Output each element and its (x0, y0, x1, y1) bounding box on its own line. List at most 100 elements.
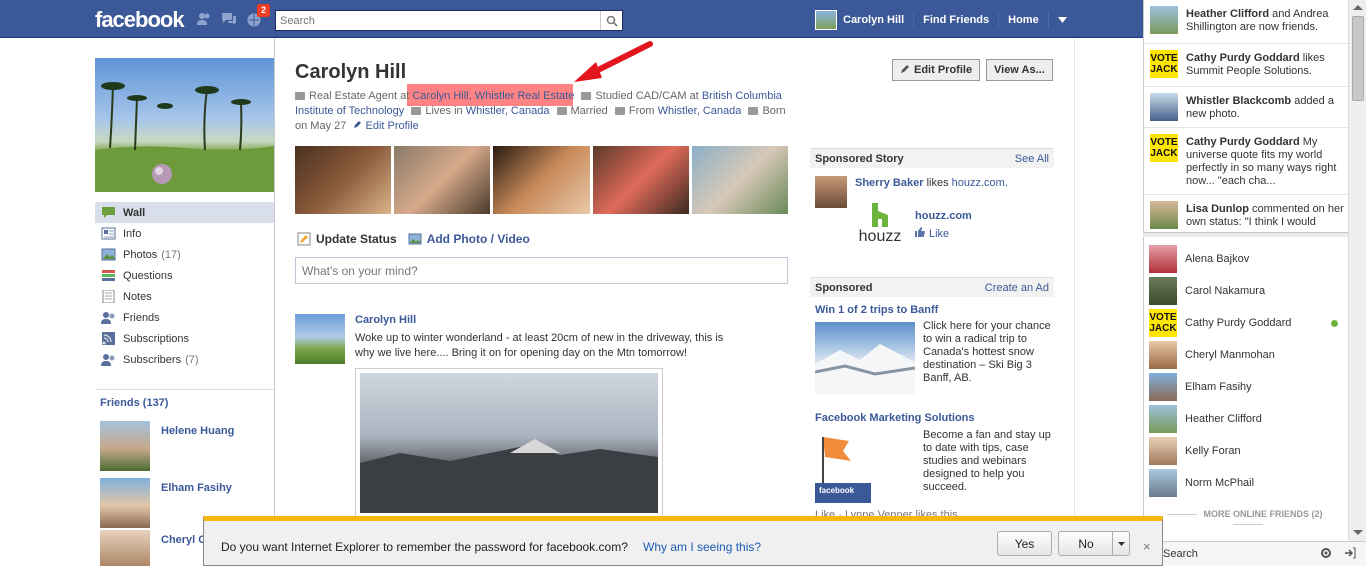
recent-photo[interactable] (592, 146, 689, 214)
edit-profile-link[interactable]: Edit Profile (366, 120, 419, 132)
sidebar-item-friends[interactable]: Friends (95, 307, 274, 328)
chat-friend[interactable]: VOTE JACK Cathy Purdy Goddard (1143, 307, 1348, 339)
sponsored-story-header: Sponsored Story See All (810, 148, 1054, 168)
update-status-tab[interactable]: Update Status (316, 232, 397, 246)
sidebar-item-questions[interactable]: Questions (95, 265, 274, 286)
ticker-chat-divider[interactable] (1143, 232, 1348, 237)
close-icon[interactable]: × (1143, 539, 1151, 554)
ad-image[interactable] (814, 322, 916, 394)
heart-icon (556, 107, 567, 115)
yes-button[interactable]: Yes (997, 531, 1052, 556)
ticker-item[interactable]: VOTE JACK Cathy Purdy Goddard My universe… (1144, 128, 1349, 195)
chat-avatar (1149, 373, 1177, 401)
ticker-item[interactable]: VOTE JACK Cathy Purdy Goddard likes Summi… (1144, 44, 1349, 87)
friend-name[interactable]: Elham Fasihy (161, 482, 232, 494)
chat-popout-icon[interactable] (1344, 547, 1356, 562)
chat-friend[interactable]: Carol Nakamura (1143, 275, 1348, 307)
friend-requests-icon[interactable] (196, 12, 212, 26)
status-input[interactable]: What's on your mind? (295, 257, 788, 284)
story-photo[interactable] (355, 368, 663, 518)
user-avatar[interactable] (815, 10, 837, 30)
find-friends-link[interactable]: Find Friends (923, 14, 989, 26)
recent-photo[interactable] (394, 146, 491, 214)
search-input[interactable] (276, 11, 596, 30)
more-online-friends-link[interactable]: MORE ONLINE FRIENDS (2) (1150, 509, 1340, 529)
sidebar-item-notes[interactable]: Notes (95, 286, 274, 307)
user-name-link[interactable]: Carolyn Hill (843, 14, 904, 26)
employer-link[interactable]: Carolyn Hill, Whistler Real Estate (412, 90, 574, 102)
why-am-i-seeing-this-link[interactable]: Why am I seeing this? (643, 540, 761, 554)
friend-name[interactable]: Helene Huang (161, 425, 234, 437)
recent-photo[interactable] (295, 146, 392, 214)
facebook-logo[interactable]: facebook (95, 7, 185, 33)
sponsor-person-avatar[interactable] (815, 176, 847, 208)
edit-profile-button[interactable]: Edit Profile (892, 59, 981, 81)
create-ad-link[interactable]: Create an Ad (985, 282, 1049, 294)
sponsored-header: Sponsored Create an Ad (810, 277, 1054, 297)
search-bar[interactable] (275, 10, 623, 31)
sidebar-item-photos[interactable]: Photos (17) (95, 244, 274, 265)
profile-left-nav: Wall Info Photos (17) Questions Notes Fr… (95, 202, 274, 370)
friend-photo[interactable] (100, 478, 150, 528)
no-options-chevron-icon[interactable] (1112, 532, 1129, 555)
messages-icon[interactable] (221, 12, 237, 26)
add-photo-video-tab[interactable]: Add Photo / Video (427, 232, 530, 246)
view-as-button[interactable]: View As... (986, 59, 1053, 81)
profile-picture[interactable] (95, 58, 274, 192)
story-author-avatar[interactable] (295, 314, 345, 364)
chat-friend[interactable]: Cheryl Manmohan (1143, 339, 1348, 371)
houzz-page-title[interactable]: houzz.com (915, 210, 972, 222)
sponsor-person-link[interactable]: Sherry Baker (855, 177, 924, 189)
chat-search-input[interactable]: Search (1163, 548, 1198, 560)
ad-body[interactable]: Become a fan and stay up to date with ti… (923, 429, 1053, 494)
see-all-link[interactable]: See All (1015, 153, 1049, 165)
chat-friend[interactable]: Kelly Foran (1143, 435, 1348, 467)
hometown-link[interactable]: Whistler, Canada (658, 105, 742, 117)
ad-body[interactable]: Click here for your chance to win a radi… (923, 320, 1053, 385)
friend-name[interactable]: Cheryl C (161, 534, 206, 546)
sidebar-item-subscribers[interactable]: Subscribers (7) (95, 349, 274, 370)
notification-count-badge[interactable]: 2 (257, 4, 271, 17)
friend-item[interactable]: Helene Huang (100, 421, 270, 471)
sidebar-item-info[interactable]: Info (95, 223, 274, 244)
sidebar-item-wall[interactable]: Wall (95, 202, 274, 223)
chat-friend[interactable]: Elham Fasihy (1143, 371, 1348, 403)
ticker-item[interactable]: Lisa Dunlop commented on her own status:… (1144, 195, 1349, 232)
no-button[interactable]: No (1058, 531, 1130, 556)
profile-info-line: Real Estate Agent at Carolyn Hill, Whist… (295, 89, 790, 134)
scrollbar-thumb[interactable] (1352, 16, 1364, 101)
thumbs-up-icon (915, 227, 925, 240)
ad-image-caption: facebook (819, 486, 855, 495)
story-author[interactable]: Carolyn Hill (355, 314, 416, 326)
scroll-down-icon[interactable] (1353, 530, 1363, 535)
sidebar-item-subscriptions[interactable]: Subscriptions (95, 328, 274, 349)
chat-options-gear-icon[interactable] (1320, 547, 1332, 562)
chat-friend[interactable]: Norm McPhail (1143, 467, 1348, 499)
chat-search-bar[interactable]: Search (1143, 541, 1366, 566)
left-column-border (274, 38, 275, 566)
ticker-item[interactable]: Whistler Blackcomb added a new photo. (1144, 87, 1349, 128)
nav-divider (1047, 11, 1049, 29)
home-link[interactable]: Home (1008, 14, 1039, 26)
chat-friend[interactable]: Heather Clifford (1143, 403, 1348, 435)
account-menu-chevron-icon[interactable] (1057, 14, 1067, 26)
ad-title[interactable]: Win 1 of 2 trips to Banff (815, 304, 938, 316)
sidebar-item-label: Photos (123, 248, 158, 261)
scroll-up-icon[interactable] (1353, 5, 1363, 10)
search-icon[interactable] (600, 11, 622, 30)
sponsor-page-link[interactable]: houzz.com. (952, 177, 1008, 189)
recent-photo[interactable] (691, 146, 789, 214)
ad-image[interactable]: facebook (815, 433, 871, 503)
friends-heading[interactable]: Friends (137) (100, 397, 168, 409)
houzz-like-button[interactable]: Like (915, 227, 949, 240)
scrollbar[interactable] (1348, 0, 1366, 541)
ticker-actor: Heather Clifford (1186, 8, 1270, 20)
recent-photo[interactable] (493, 146, 590, 214)
ad-title[interactable]: Facebook Marketing Solutions (815, 412, 975, 424)
ticker-item[interactable]: Heather Clifford and Andrea Shillington … (1144, 0, 1349, 44)
friend-photo[interactable] (100, 530, 150, 566)
houzz-logo[interactable]: houzz (855, 200, 905, 250)
chat-friend[interactable]: Alena Bajkov (1143, 243, 1348, 275)
lives-link[interactable]: Whistler, Canada (466, 105, 550, 117)
friend-photo[interactable] (100, 421, 150, 471)
